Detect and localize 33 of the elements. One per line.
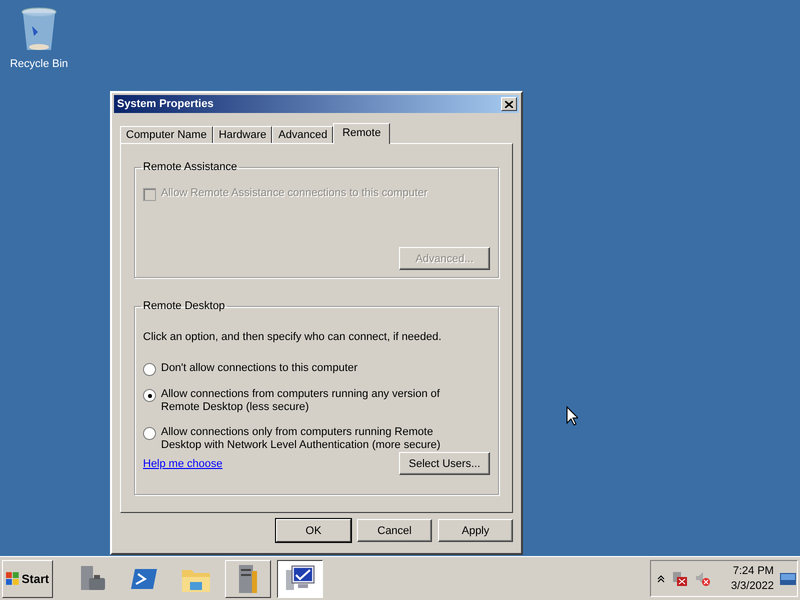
close-button[interactable] — [501, 97, 517, 111]
taskbar-button[interactable] — [277, 560, 323, 598]
dialog-button[interactable]: Apply — [438, 519, 513, 542]
clock-date[interactable]: 3/3/2022 — [731, 580, 774, 592]
checkbox-label: Allow Remote Assistance connections to this computer — [161, 187, 428, 200]
group-title: Remote Assistance — [142, 161, 238, 173]
windows-logo-icon — [6, 572, 20, 586]
close-icon — [505, 100, 513, 108]
radio-label: Allow connections only from computers running Remote Desktop with Network Level Authentication (more secure) — [161, 426, 440, 452]
instruction-text: Click an option, and then specify who can connect, if needed. — [143, 331, 442, 344]
show-desktop-icon[interactable] — [780, 572, 796, 584]
network-error-icon[interactable] — [671, 570, 689, 586]
radio-button[interactable] — [143, 427, 156, 440]
tab[interactable]: Remote — [333, 123, 390, 144]
radio-label: Allow connections from computers running any version of Remote Desktop (less secure) — [161, 388, 440, 414]
window-title: System Properties — [117, 98, 214, 110]
dialog-button[interactable]: Cancel — [357, 519, 432, 542]
radio-button[interactable] — [143, 363, 156, 376]
start-button[interactable]: Start — [2, 560, 53, 598]
tab[interactable]: Computer Name — [120, 126, 213, 143]
radio-label: Don't allow connections to this computer — [161, 362, 358, 375]
select-users-button[interactable]: Select Users... — [399, 452, 490, 475]
cursor-icon — [566, 406, 578, 426]
radio-button[interactable] — [143, 389, 156, 402]
dialog-button[interactable]: OK — [276, 519, 351, 542]
tab[interactable]: Advanced — [272, 126, 334, 143]
desktop-icon-label: Recycle Bin — [10, 58, 68, 70]
tab[interactable]: Hardware — [212, 126, 272, 143]
clock-time[interactable]: 7:24 PM — [732, 565, 774, 577]
chevron-up-icon[interactable] — [657, 574, 665, 582]
help-link[interactable]: Help me choose — [143, 458, 222, 470]
group-title: Remote Desktop — [142, 300, 226, 312]
speaker-muted-icon[interactable] — [695, 570, 711, 586]
